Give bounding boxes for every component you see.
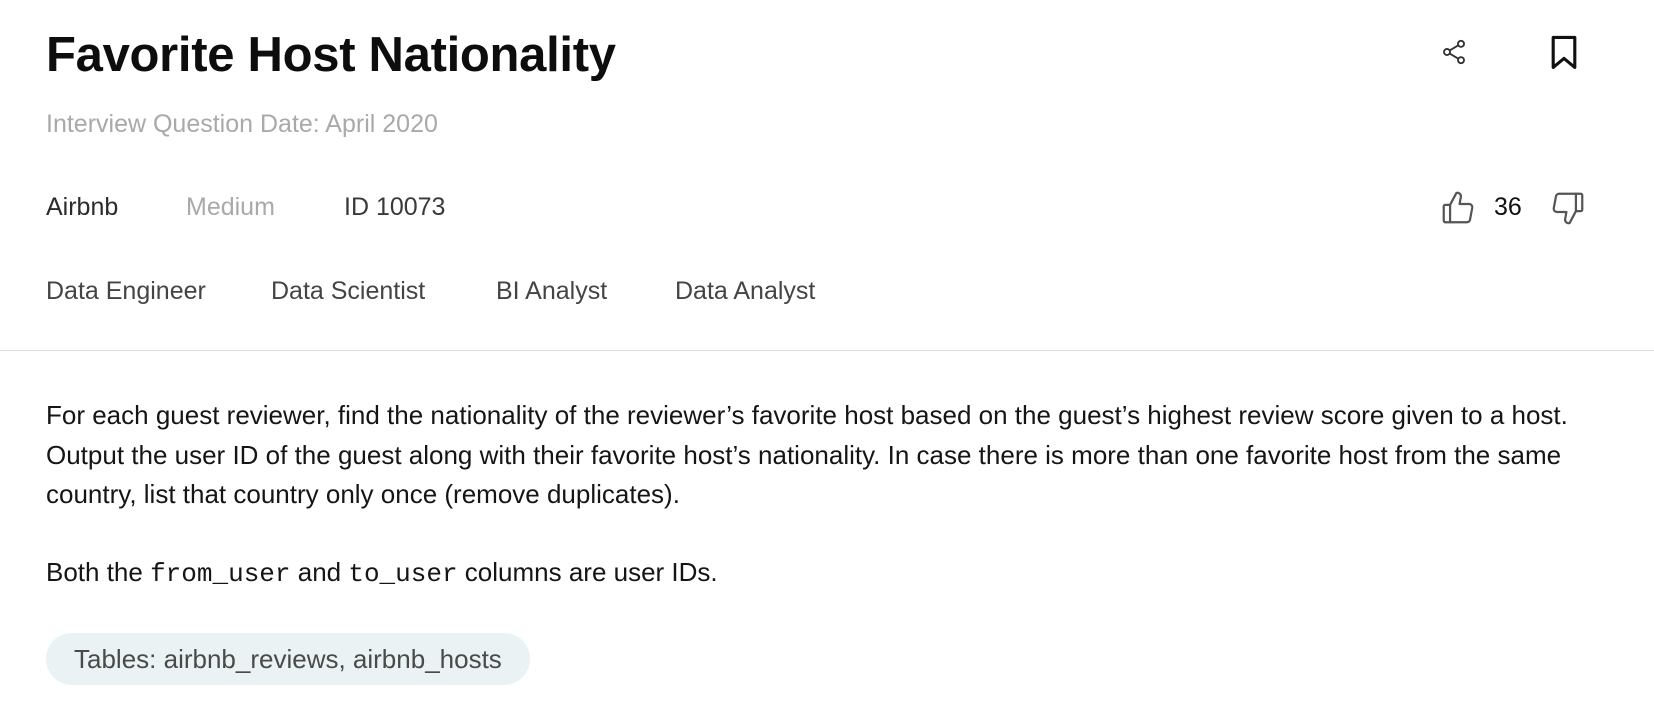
note-prefix: Both the [46, 556, 151, 587]
share-icon [1443, 39, 1465, 65]
role-tag-bi-analyst[interactable]: BI Analyst [496, 277, 607, 306]
downvote-button[interactable] [1548, 188, 1588, 228]
difficulty-label: Medium [186, 193, 275, 221]
code-from-user: from_user [150, 558, 291, 589]
note-suffix: columns are user IDs. [457, 556, 718, 587]
role-tag-data-analyst[interactable]: Data Analyst [675, 277, 815, 306]
question-header: Favorite Host Nationality Interview Ques… [0, 0, 1654, 351]
thumbs-up-icon [1442, 191, 1474, 224]
bookmark-button[interactable] [1544, 32, 1584, 74]
upvote-button[interactable] [1438, 188, 1478, 228]
role-tag-data-scientist[interactable]: Data Scientist [271, 277, 425, 306]
thumbs-down-icon [1552, 192, 1584, 225]
question-description: For each guest reviewer, find the nation… [46, 400, 1568, 509]
company-name[interactable]: Airbnb [46, 193, 118, 222]
bookmark-icon [1551, 35, 1577, 69]
tables-chip[interactable]: Tables: airbnb_reviews, airbnb_hosts [46, 633, 530, 685]
role-tag-data-engineer[interactable]: Data Engineer [46, 277, 206, 306]
question-id: ID 10073 [344, 193, 446, 221]
vote-count: 36 [1494, 193, 1522, 221]
share-button[interactable] [1436, 34, 1472, 70]
note-middle: and [290, 556, 349, 587]
question-title: Favorite Host Nationality [46, 28, 616, 82]
interview-date: Interview Question Date: April 2020 [46, 110, 438, 138]
code-to-user: to_user [348, 558, 458, 589]
question-note: Both the from_user and to_user columns a… [46, 553, 1606, 595]
question-body: For each guest reviewer, find the nation… [46, 396, 1606, 594]
